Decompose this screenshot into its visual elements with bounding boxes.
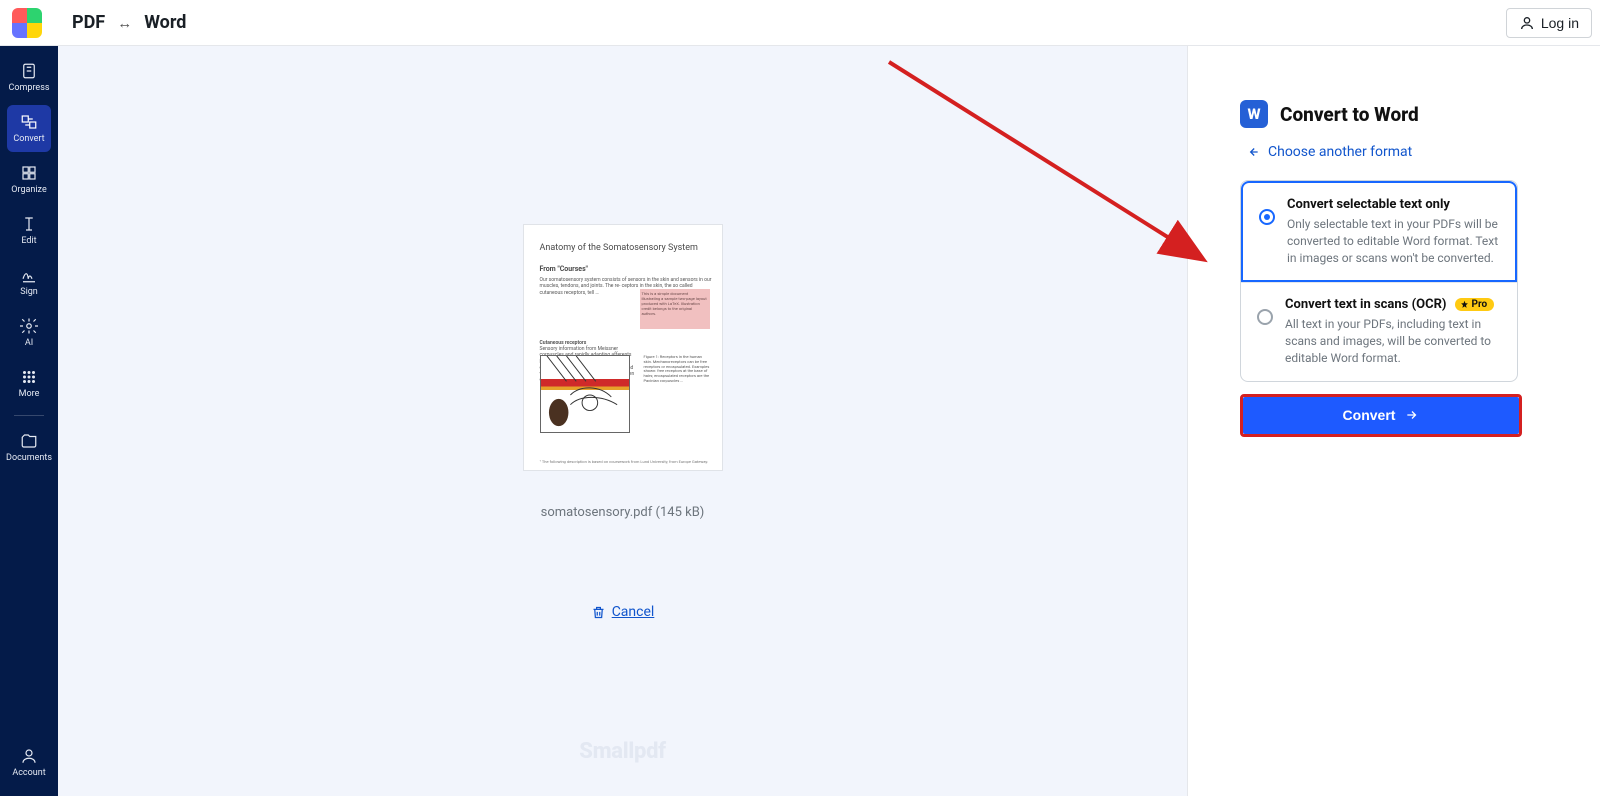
option-desc: Only selectable text in your PDFs will b… bbox=[1287, 216, 1499, 266]
doc-subtitle: From "Courses" bbox=[540, 265, 712, 273]
login-button[interactable]: Log in bbox=[1506, 8, 1592, 38]
brand-watermark: Smallpdf bbox=[579, 739, 666, 764]
radio-unselected-icon bbox=[1257, 309, 1273, 325]
sidebar-item-more[interactable]: More bbox=[7, 360, 51, 407]
sidebar-item-organize[interactable]: Organize bbox=[7, 156, 51, 203]
arrow-left-icon bbox=[1246, 145, 1260, 159]
doc-footnote: ¹ The following description is based on … bbox=[540, 459, 709, 464]
sidebar-item-label: Convert bbox=[13, 134, 44, 144]
option-ocr[interactable]: Convert text in scans (OCR) Pro All text… bbox=[1241, 282, 1517, 380]
doc-sidebar-box: This is a simple document illustrating a… bbox=[640, 289, 710, 329]
organize-icon bbox=[20, 164, 38, 182]
sidebar-item-label: Edit bbox=[21, 236, 36, 246]
login-label: Log in bbox=[1541, 15, 1579, 31]
option-title: Convert text in scans (OCR) bbox=[1285, 297, 1447, 312]
file-name: somatosensory.pdf bbox=[541, 505, 653, 520]
ai-icon bbox=[20, 317, 38, 335]
convert-button-highlight: Convert bbox=[1240, 394, 1522, 437]
sidebar-item-label: Organize bbox=[11, 185, 46, 195]
sidebar-item-account[interactable]: Account bbox=[7, 739, 51, 786]
arrow-right-icon bbox=[1405, 408, 1419, 422]
trash-icon bbox=[591, 605, 606, 620]
convert-button[interactable]: Convert bbox=[1243, 397, 1519, 434]
breadcrumb: PDF ↔ Word bbox=[72, 12, 186, 33]
more-icon bbox=[20, 368, 38, 386]
choose-format-link[interactable]: Choose another format bbox=[1246, 144, 1412, 160]
choose-format-label: Choose another format bbox=[1268, 144, 1412, 160]
radio-selected-icon bbox=[1259, 209, 1275, 225]
sidebar-item-edit[interactable]: Edit bbox=[7, 207, 51, 254]
conversion-options: Convert selectable text only Only select… bbox=[1240, 180, 1518, 382]
compress-icon bbox=[20, 62, 38, 80]
star-icon bbox=[1460, 300, 1469, 309]
word-icon: W bbox=[1240, 100, 1268, 128]
panel-title: Convert to Word bbox=[1280, 103, 1419, 126]
sidebar: Compress Convert Organize Edit Sign AI M… bbox=[0, 46, 58, 796]
sign-icon bbox=[20, 266, 38, 284]
breadcrumb-left: PDF bbox=[72, 12, 105, 33]
option-desc: All text in your PDFs, including text in… bbox=[1285, 316, 1501, 366]
sidebar-item-ai[interactable]: AI bbox=[7, 309, 51, 356]
sidebar-item-convert[interactable]: Convert bbox=[7, 105, 51, 152]
account-icon bbox=[20, 747, 38, 765]
pro-badge: Pro bbox=[1455, 298, 1495, 311]
sidebar-item-label: Documents bbox=[6, 453, 52, 463]
skin-diagram-icon bbox=[541, 356, 629, 432]
sidebar-divider bbox=[14, 415, 44, 416]
convert-icon bbox=[20, 113, 38, 131]
sidebar-item-label: AI bbox=[25, 338, 33, 348]
sidebar-item-compress[interactable]: Compress bbox=[7, 54, 51, 101]
file-size: (145 kB) bbox=[656, 505, 705, 520]
panel-header: W Convert to Word bbox=[1240, 100, 1560, 128]
breadcrumb-arrow-icon: ↔ bbox=[117, 14, 132, 32]
convert-label: Convert bbox=[1343, 407, 1396, 423]
cancel-button[interactable]: Cancel bbox=[591, 604, 655, 620]
file-caption: somatosensory.pdf (145 kB) bbox=[541, 505, 705, 520]
user-icon bbox=[1519, 15, 1535, 31]
doc-figure bbox=[540, 355, 630, 433]
sidebar-item-label: Compress bbox=[9, 83, 50, 93]
right-panel: W Convert to Word Choose another format … bbox=[1187, 46, 1600, 796]
breadcrumb-right: Word bbox=[144, 12, 186, 33]
sidebar-item-sign[interactable]: Sign bbox=[7, 258, 51, 305]
edit-icon bbox=[20, 215, 38, 233]
sidebar-item-documents[interactable]: Documents bbox=[7, 424, 51, 471]
sidebar-item-label: Sign bbox=[20, 287, 38, 297]
workspace: Anatomy of the Somatosensory System From… bbox=[58, 46, 1187, 796]
option-title: Convert selectable text only bbox=[1287, 197, 1499, 212]
sidebar-item-label: Account bbox=[12, 768, 45, 778]
documents-icon bbox=[20, 432, 38, 450]
option-selectable-text[interactable]: Convert selectable text only Only select… bbox=[1241, 181, 1517, 282]
doc-figure-caption: Figure 1: Receptors in the human skin. M… bbox=[644, 355, 710, 384]
sidebar-item-label: More bbox=[19, 389, 40, 399]
pro-label: Pro bbox=[1472, 299, 1488, 310]
document-thumbnail[interactable]: Anatomy of the Somatosensory System From… bbox=[523, 224, 723, 471]
top-bar: PDF ↔ Word Log in bbox=[0, 0, 1600, 46]
cancel-label: Cancel bbox=[612, 604, 655, 620]
doc-title: Anatomy of the Somatosensory System bbox=[540, 243, 712, 253]
app-logo[interactable] bbox=[12, 8, 42, 38]
